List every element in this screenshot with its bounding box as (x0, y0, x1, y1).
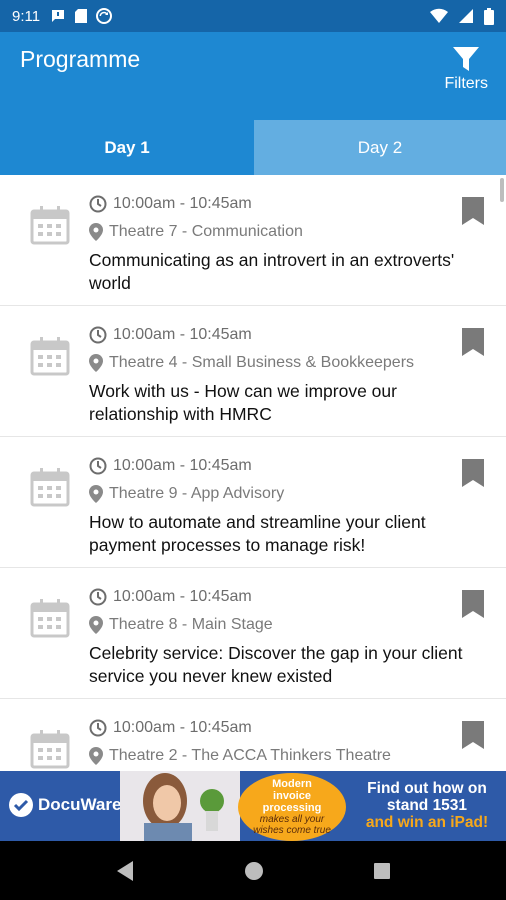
session-list[interactable]: 10:00am - 10:45am Theatre 7 - Communicat… (0, 175, 506, 771)
home-icon[interactable] (244, 861, 264, 881)
sync-icon (96, 8, 113, 24)
clock-icon (89, 719, 107, 737)
session-time: 10:00am - 10:45am (89, 588, 252, 606)
bookmark-icon[interactable] (462, 197, 484, 225)
clock-icon (89, 195, 107, 213)
battery-icon (484, 7, 494, 25)
session-time: 10:00am - 10:45am (89, 195, 252, 213)
wifi-icon (430, 8, 448, 23)
bookmark-icon[interactable] (462, 721, 484, 749)
tab-day-1[interactable]: Day 1 (0, 120, 254, 175)
location-pin-icon (89, 485, 103, 503)
clock-icon (89, 326, 107, 344)
calendar-icon (30, 730, 70, 769)
list-item[interactable]: 10:00am - 10:45am Theatre 7 - Communicat… (0, 175, 506, 306)
recents-icon[interactable] (373, 862, 391, 880)
system-nav-bar (0, 841, 506, 900)
bookmark-icon[interactable] (462, 328, 484, 356)
filter-icon (453, 47, 480, 71)
bookmark-icon[interactable] (462, 590, 484, 618)
app-bar: Programme Filters (0, 32, 506, 120)
status-bar: 9:11 (0, 0, 506, 32)
list-item[interactable]: 10:00am - 10:45am Theatre 4 - Small Busi… (0, 306, 506, 437)
sd-card-icon (75, 9, 88, 23)
docuware-logo: DocuWare (8, 792, 121, 818)
signal-icon (459, 9, 473, 23)
clock-icon (89, 457, 107, 475)
session-location: Theatre 9 - App Advisory (89, 485, 284, 503)
ad-circle-badge: Modern invoice processing makes all your… (238, 773, 346, 841)
status-time: 9:11 (12, 7, 41, 25)
list-item[interactable]: 10:00am - 10:45am Theatre 2 - The ACCA T… (0, 699, 506, 771)
day-tabs: Day 1 Day 2 (0, 120, 506, 175)
ad-cta: Find out how on stand 1531 and win an iP… (365, 780, 489, 831)
clock-icon (89, 588, 107, 606)
session-location: Theatre 7 - Communication (89, 223, 303, 241)
calendar-icon (30, 337, 70, 376)
page-title: Programme (20, 46, 141, 72)
calendar-icon (30, 206, 70, 245)
ad-illustration (143, 773, 224, 841)
filters-button[interactable]: Filters (444, 46, 488, 93)
session-title: How to automate and streamline your clie… (89, 512, 426, 555)
list-item[interactable]: 10:00am - 10:45am Theatre 8 - Main Stage… (0, 568, 506, 699)
message-icon (52, 10, 65, 22)
back-icon[interactable] (115, 860, 135, 882)
ad-banner[interactable]: DocuWare Modern invoice processing makes… (0, 771, 506, 841)
session-title: Work with us - How can we improve our re… (89, 381, 397, 424)
session-time: 10:00am - 10:45am (89, 457, 252, 475)
docuware-logo-icon (9, 793, 33, 817)
calendar-icon (30, 599, 70, 638)
list-item[interactable]: 10:00am - 10:45am Theatre 9 - App Adviso… (0, 437, 506, 568)
session-title: Celebrity service: Discover the gap in y… (89, 643, 463, 686)
filters-label: Filters (444, 75, 488, 92)
location-pin-icon (89, 747, 103, 765)
session-title: Communicating as an introvert in an extr… (89, 250, 455, 293)
scrollbar[interactable] (500, 178, 504, 202)
location-pin-icon (89, 223, 103, 241)
session-time: 10:00am - 10:45am (89, 719, 252, 737)
session-location: Theatre 2 - The ACCA Thinkers Theatre (89, 747, 391, 765)
session-time: 10:00am - 10:45am (89, 326, 252, 344)
calendar-icon (30, 468, 70, 507)
location-pin-icon (89, 616, 103, 634)
tab-day-2[interactable]: Day 2 (254, 120, 506, 175)
bookmark-icon[interactable] (462, 459, 484, 487)
session-location: Theatre 4 - Small Business & Bookkeepers (89, 354, 414, 372)
location-pin-icon (89, 354, 103, 372)
ad-person-image (120, 771, 240, 841)
session-location: Theatre 8 - Main Stage (89, 616, 273, 634)
